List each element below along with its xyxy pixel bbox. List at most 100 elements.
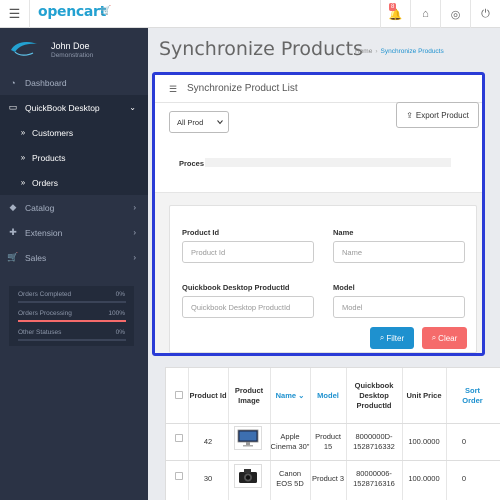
select-all-checkbox[interactable] bbox=[175, 391, 183, 399]
user-role: Demonstration bbox=[51, 52, 94, 59]
cell-name: Canon EOS 5D bbox=[276, 469, 304, 488]
double-chevron-icon: » bbox=[20, 178, 26, 187]
avatar bbox=[11, 42, 37, 56]
filter-button-label: Filter bbox=[386, 333, 405, 343]
search-icon: ⌕ bbox=[431, 333, 437, 342]
panel-heading: ☰ Synchronize Product List bbox=[155, 75, 482, 103]
stat-other-statuses: Other Statuses 0% bbox=[18, 329, 126, 348]
notification-badge: 8 bbox=[389, 3, 397, 11]
column-header-model[interactable]: Model bbox=[310, 376, 346, 416]
monitor-icon bbox=[237, 429, 259, 447]
cell-quickbook-id: 8000000D-1528716332 bbox=[353, 432, 395, 451]
opencart-logo[interactable]: opencart bbox=[38, 4, 106, 20]
stat-progress-bar bbox=[18, 301, 126, 303]
sort-caret-icon: ⌄ bbox=[298, 391, 305, 400]
desktop-icon: ▭ bbox=[8, 102, 18, 112]
column-header-quickbook-id: Quickbook Desktop ProductId bbox=[354, 381, 394, 410]
cell-sort-order: 0 bbox=[461, 437, 466, 446]
breadcrumb-separator: › bbox=[375, 48, 378, 55]
help-button[interactable]: ◎ bbox=[440, 0, 470, 28]
sidebar: John Doe Demonstration ◔ Dashboard ▭ Qui… bbox=[0, 28, 148, 500]
logout-button[interactable]: ⏻ bbox=[470, 0, 500, 28]
export-product-button[interactable]: ⇪ Export Product bbox=[396, 102, 479, 128]
product-filter-select[interactable]: All Prod bbox=[169, 111, 229, 133]
column-header-name[interactable]: Name ⌄ bbox=[270, 376, 310, 416]
column-header-sort-order[interactable]: Sort Order bbox=[446, 376, 490, 416]
double-chevron-icon: » bbox=[20, 128, 26, 137]
stat-label: Orders Processing bbox=[18, 310, 72, 317]
puzzle-icon: ✚ bbox=[9, 227, 17, 237]
filter-button[interactable]: ⌕ Filter bbox=[370, 327, 414, 349]
sidebar-item-products[interactable]: » Products bbox=[0, 145, 148, 170]
tag-icon: ◆ bbox=[9, 202, 17, 212]
model-input[interactable]: Model bbox=[333, 296, 465, 318]
row-checkbox[interactable] bbox=[175, 472, 183, 480]
export-button-label: Export Product bbox=[415, 110, 469, 120]
stat-label: Other Statuses bbox=[18, 329, 62, 336]
chevron-right-icon: › bbox=[133, 253, 136, 262]
sidebar-item-dashboard[interactable]: ◔ Dashboard bbox=[0, 70, 148, 95]
cart-icon: 🛒 bbox=[7, 252, 19, 262]
home-icon: ⌂ bbox=[422, 8, 429, 20]
breadcrumb-current-link[interactable]: Synchronize Products bbox=[381, 48, 444, 55]
notifications-button[interactable]: 8 🔔 bbox=[380, 0, 410, 28]
camera-icon bbox=[239, 469, 257, 483]
cell-unit-price: 100.0000 bbox=[408, 437, 440, 446]
column-header-unit-price: Unit Price bbox=[406, 391, 442, 400]
stat-progress-bar bbox=[18, 339, 126, 341]
sidebar-item-label: Catalog bbox=[25, 202, 55, 213]
sidebar-item-extension[interactable]: ✚ Extension › bbox=[0, 220, 148, 245]
sidebar-item-customers[interactable]: » Customers bbox=[0, 120, 148, 145]
cell-product-id: 30 bbox=[203, 474, 213, 483]
sidebar-item-catalog[interactable]: ◆ Catalog › bbox=[0, 195, 148, 220]
name-label: Name bbox=[333, 228, 354, 237]
filter-form: Product Id Product Id Name Name Quickboo… bbox=[169, 205, 477, 353]
chevron-right-icon: › bbox=[133, 228, 136, 237]
top-header: ☰ opencart 🛒 8 🔔 ⌂ ◎ ⏻ bbox=[0, 0, 500, 28]
product-id-input[interactable]: Product Id bbox=[182, 241, 314, 263]
cell-product-id: 42 bbox=[203, 437, 213, 446]
column-header-product-id: Product Id bbox=[189, 391, 227, 400]
page-title: Synchronize Products bbox=[159, 38, 363, 60]
cart-logo-icon: 🛒 bbox=[100, 5, 112, 15]
sidebar-item-label: Extension bbox=[25, 227, 63, 238]
clear-button-label: Clear bbox=[438, 333, 458, 343]
chevron-down-icon: ⌄ bbox=[129, 103, 136, 112]
quickbook-id-label: Quickbook Desktop ProductId bbox=[182, 283, 290, 292]
power-icon: ⏻ bbox=[481, 7, 490, 20]
sidebar-item-label: QuickBook Desktop bbox=[25, 102, 100, 113]
clear-button[interactable]: ⌕ Clear bbox=[422, 327, 467, 349]
upload-icon: ⇪ bbox=[406, 110, 413, 120]
sidebar-item-orders[interactable]: » Orders bbox=[0, 170, 148, 195]
process-progress-bar bbox=[205, 158, 451, 167]
cell-unit-price: 100.0000 bbox=[408, 474, 440, 483]
stat-orders-processing: Orders Processing 100% bbox=[18, 310, 126, 329]
row-checkbox[interactable] bbox=[175, 434, 183, 442]
product-table: Product Id Product Image Name ⌄ Model Qui… bbox=[165, 367, 500, 500]
monitor-thumbnail bbox=[234, 426, 262, 450]
cell-model: Product 3 bbox=[311, 474, 345, 483]
quickbook-id-input[interactable]: Quickbook Desktop ProductId bbox=[182, 296, 314, 318]
sidebar-item-label: Customers bbox=[32, 127, 74, 138]
sidebar-item-sales[interactable]: 🛒 Sales › bbox=[0, 245, 148, 270]
sidebar-item-quickbook-desktop[interactable]: ▭ QuickBook Desktop ⌄ bbox=[0, 95, 148, 120]
user-profile[interactable]: John Doe Demonstration bbox=[0, 28, 148, 70]
stat-value: 0% bbox=[115, 291, 125, 298]
name-input[interactable]: Name bbox=[333, 241, 465, 263]
column-header-label: Name bbox=[275, 391, 297, 400]
dashboard-icon: ◔ bbox=[10, 77, 16, 88]
home-button[interactable]: ⌂ bbox=[410, 0, 440, 28]
menu-icon[interactable]: ☰ bbox=[0, 0, 30, 28]
product-id-label: Product Id bbox=[182, 228, 220, 237]
sidebar-item-label: Dashboard bbox=[25, 77, 67, 88]
breadcrumb-home-link[interactable]: Home bbox=[355, 48, 372, 55]
process-label: Proces bbox=[179, 159, 205, 168]
cell-name: Apple Cinema 30" bbox=[270, 432, 310, 451]
double-chevron-icon: » bbox=[20, 153, 26, 162]
stat-progress-fill bbox=[18, 320, 126, 322]
select-value: All Prod bbox=[177, 117, 204, 127]
chevron-down-icon bbox=[217, 120, 223, 125]
cell-sort-order: 0 bbox=[461, 474, 466, 483]
list-icon: ☰ bbox=[169, 84, 178, 94]
breadcrumb: Home › Synchronize Products bbox=[355, 48, 444, 55]
